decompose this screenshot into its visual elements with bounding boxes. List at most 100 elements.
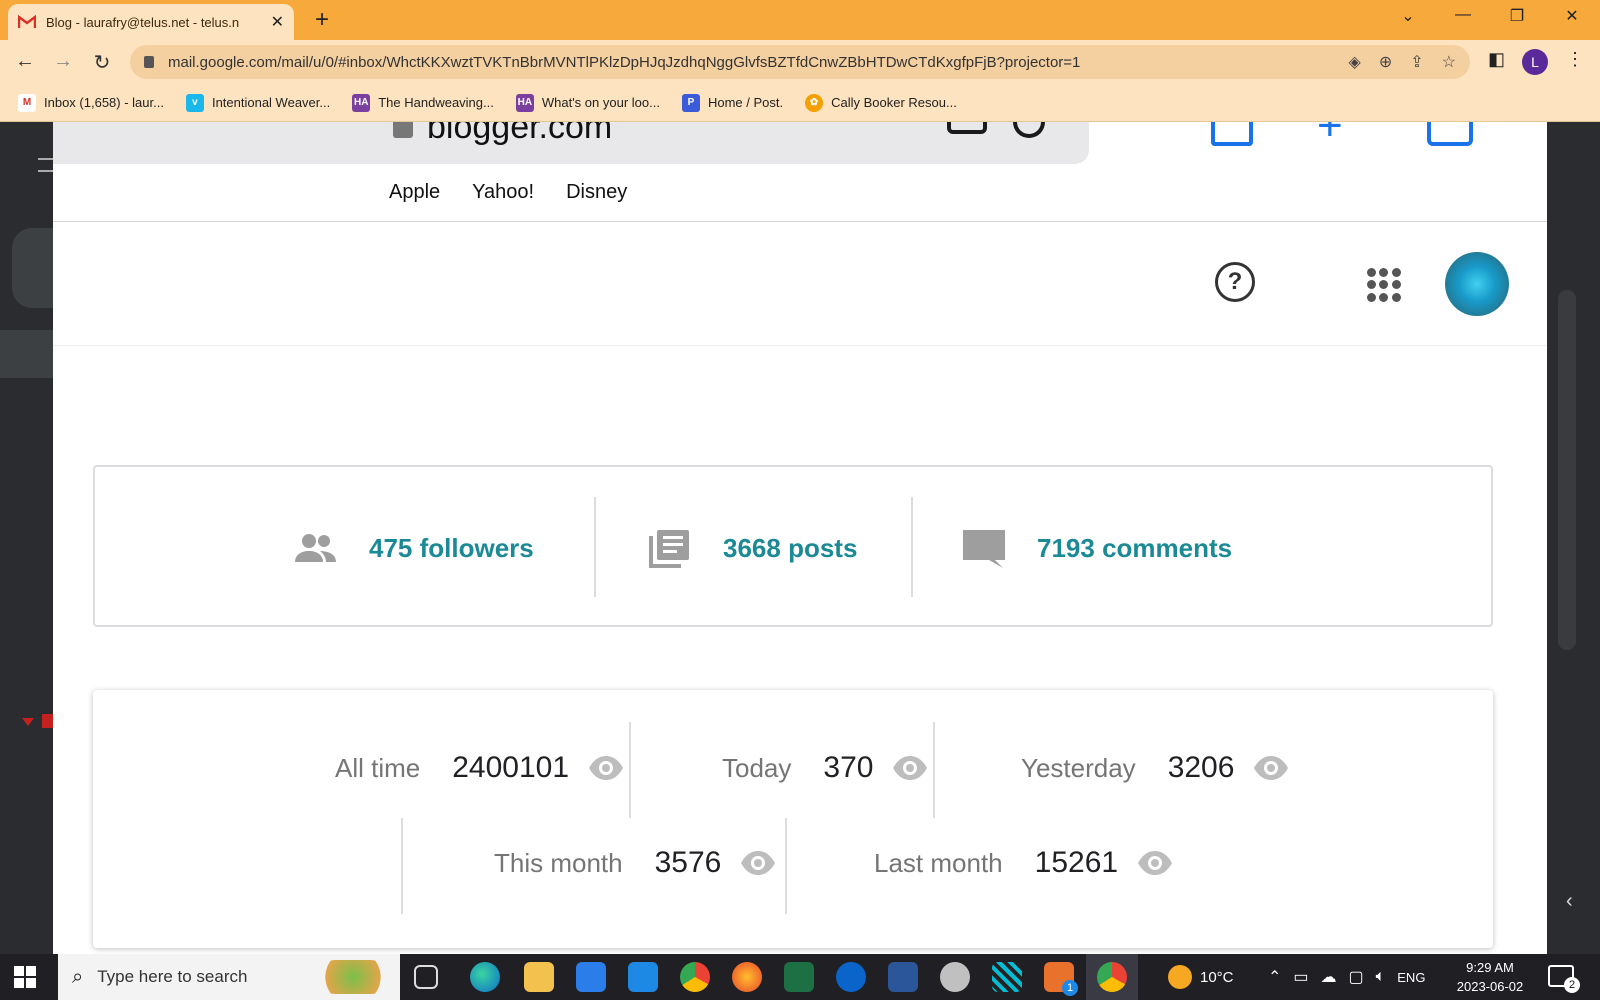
views-last-month: Last month 15261 [874, 841, 1174, 885]
eye-icon [1254, 756, 1289, 780]
posts-count: 3668 posts [723, 532, 858, 563]
network-icon[interactable]: ▢ [1349, 967, 1364, 987]
inbox-item[interactable] [0, 330, 54, 378]
restore-button[interactable]: ❐ [1497, 6, 1537, 26]
browser-toolbar: ← → ↻ mail.google.com/mail/u/0/#inbox/Wh… [0, 40, 1600, 84]
onedrive-icon[interactable]: ☁ [1321, 967, 1337, 987]
search-icon: ⌕ [72, 965, 84, 988]
task-view-icon[interactable] [414, 965, 438, 989]
menu-icon[interactable] [38, 158, 54, 172]
view-value: 370 [823, 751, 874, 784]
time: 9:29 AM [1466, 960, 1514, 975]
bookmark-star-icon[interactable]: ☆ [1442, 52, 1456, 72]
label-arrow-icon[interactable] [22, 718, 34, 726]
divider [594, 497, 596, 597]
divider [401, 818, 403, 914]
view-value: 3206 [1167, 751, 1235, 784]
close-window-button[interactable]: ✕ [1552, 6, 1592, 26]
eye-icon [893, 756, 928, 780]
gmail-icon: M [18, 93, 36, 112]
comments-count: 7193 comments [1037, 532, 1233, 563]
app-icon[interactable]: 1 [1044, 962, 1078, 996]
bookmark-item[interactable]: ✿ Cally Booker Resou... [805, 93, 957, 112]
clock[interactable]: 9:29 AM 2023-06-02 [1448, 958, 1532, 996]
url-text: mail.google.com/mail/u/0/#inbox/WhctKKXw… [168, 53, 1081, 71]
notifications-icon[interactable]: 2 [1548, 965, 1580, 993]
view-value: 3576 [654, 846, 722, 879]
compose-button[interactable] [12, 228, 54, 308]
chrome-icon [1097, 962, 1127, 992]
mail-icon[interactable] [628, 962, 658, 992]
posts-stat: 3668 posts [647, 467, 857, 629]
comment-icon [963, 530, 1005, 568]
chevron-up-icon[interactable]: ⌃ [1268, 967, 1281, 987]
favorite-apple: Apple [389, 181, 441, 203]
browser-tab[interactable]: Blog - laurafry@telus.net - telus.n ✕ [8, 4, 294, 40]
address-bar[interactable]: mail.google.com/mail/u/0/#inbox/WhctKKXw… [130, 45, 1470, 79]
views-this-month: This month 3576 [494, 841, 777, 885]
people-icon [295, 534, 336, 562]
weaving-app-icon[interactable] [992, 962, 1022, 992]
active-app-highlight[interactable] [1086, 954, 1138, 1000]
chevron-left-icon[interactable]: ‹ [1566, 890, 1573, 913]
taskbar: ⌕ Type here to search 1 10°C ⌃ ▭ ☁ ▢ 🔈︎ … [0, 954, 1600, 1000]
date: 2023-06-02 [1456, 979, 1524, 994]
menu-icon[interactable]: ⋮ [1566, 49, 1584, 70]
windows-start-icon[interactable] [14, 966, 36, 988]
tabs-icon [1427, 122, 1473, 146]
zoom-icon[interactable]: ⊕ [1379, 52, 1392, 72]
taskbar-search[interactable]: ⌕ Type here to search [58, 954, 400, 1000]
gmail-sidebar [0, 122, 54, 954]
edge-icon[interactable] [470, 962, 500, 992]
thunderbird-icon[interactable] [836, 962, 866, 992]
salad-icon [318, 960, 388, 994]
weather-widget[interactable]: 10°C [1168, 954, 1234, 1000]
view-value: 2400101 [452, 751, 570, 784]
excel-icon[interactable] [784, 962, 814, 992]
bookmark-item[interactable]: HA What's on your loo... [515, 93, 660, 112]
scrollbar[interactable] [1558, 290, 1576, 650]
close-tab-icon[interactable]: ✕ [271, 12, 284, 32]
followers-count: 475 followers [369, 532, 534, 563]
view-value: 15261 [1034, 846, 1119, 879]
store-icon[interactable] [576, 962, 606, 992]
lens-icon[interactable]: ◈ [1349, 52, 1361, 72]
back-button[interactable]: ← [12, 50, 38, 73]
meet-icon[interactable]: ▭ [1293, 967, 1308, 987]
language-indicator[interactable]: ENG [1397, 970, 1425, 985]
tab-title: Blog - laurafry@telus.net - telus.n [46, 14, 240, 30]
eye-icon [589, 756, 624, 780]
share-icon[interactable]: ⇪ [1410, 52, 1423, 72]
eye-icon [1138, 851, 1173, 875]
favorite-disney: Disney [566, 181, 628, 203]
tab-search-icon[interactable]: ⌄ [1388, 6, 1428, 26]
firefox-icon[interactable] [732, 962, 762, 992]
word-icon[interactable] [888, 962, 918, 992]
bookmark-item[interactable]: P Home / Post. [681, 93, 783, 112]
divider [911, 497, 913, 597]
volume-icon[interactable]: 🔈︎ [1376, 968, 1386, 986]
search-placeholder: Type here to search [97, 967, 248, 986]
followers-stat: 475 followers [293, 467, 534, 629]
snip-icon[interactable] [940, 962, 970, 992]
side-panel-icon[interactable]: ◧ [1488, 49, 1505, 70]
post-icon: P [681, 93, 700, 112]
minimize-button[interactable]: — [1443, 6, 1483, 24]
new-tab-button[interactable]: + [310, 6, 334, 34]
profile-avatar[interactable]: L [1522, 49, 1548, 75]
bookmark-item[interactable]: v Intentional Weaver... [185, 93, 330, 112]
ha-icon: HA [352, 93, 371, 112]
divider [933, 722, 935, 818]
view-label: All time [335, 752, 421, 783]
file-explorer-icon[interactable] [524, 962, 554, 992]
views-today: Today 370 [722, 746, 929, 790]
reload-button[interactable]: ↻ [89, 50, 115, 75]
bookmark-item[interactable]: HA The Handweaving... [352, 93, 494, 112]
ha-icon: HA [515, 93, 534, 112]
bookmark-item[interactable]: M Inbox (1,658) - laur... [18, 93, 164, 112]
chrome-icon[interactable] [680, 962, 710, 992]
vimeo-icon: v [185, 93, 204, 112]
eye-icon [741, 851, 776, 875]
butterfly-avatar [1445, 252, 1509, 316]
forward-button[interactable]: → [50, 50, 76, 73]
